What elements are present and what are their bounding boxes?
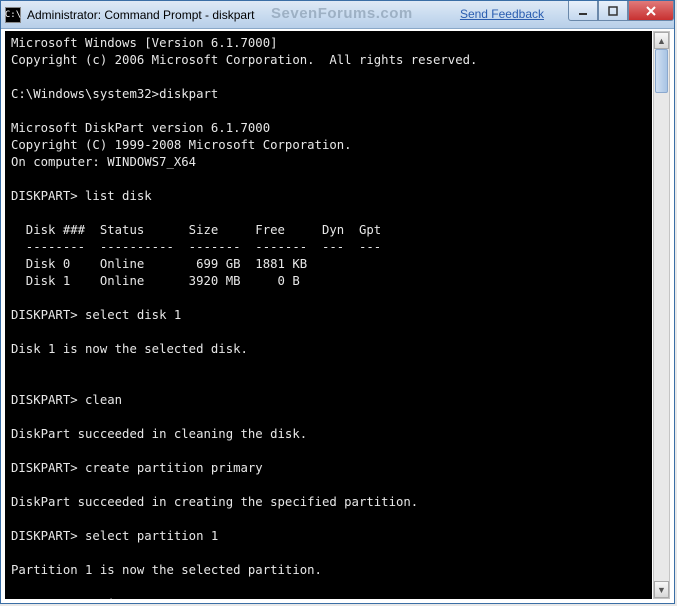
line: DISKPART> active — [11, 597, 129, 599]
line: Microsoft Windows [Version 6.1.7000] — [11, 36, 278, 50]
scroll-up-button[interactable]: ▲ — [654, 32, 669, 49]
vertical-scrollbar[interactable]: ▲ ▼ — [653, 31, 670, 599]
window-title: Administrator: Command Prompt - diskpart — [27, 8, 254, 22]
line: Copyright (c) 2006 Microsoft Corporation… — [11, 53, 477, 67]
app-icon: C:\ — [5, 7, 21, 23]
close-button[interactable] — [628, 1, 674, 21]
line: DiskPart succeeded in creating the speci… — [11, 495, 418, 509]
maximize-icon — [608, 6, 618, 16]
minimize-button[interactable] — [568, 1, 598, 21]
scrollbar-track[interactable] — [654, 49, 669, 581]
line: DISKPART> clean — [11, 393, 122, 407]
send-feedback-link[interactable]: Send Feedback — [460, 7, 544, 21]
watermark-text: SevenForums.com — [271, 5, 413, 22]
chevron-down-icon: ▼ — [657, 585, 666, 595]
titlebar[interactable]: C:\ Administrator: Command Prompt - disk… — [1, 1, 674, 29]
scroll-down-button[interactable]: ▼ — [654, 581, 669, 598]
line: DISKPART> select disk 1 — [11, 308, 181, 322]
close-icon — [645, 6, 657, 16]
table-sep: -------- ---------- ------- ------- --- … — [11, 240, 381, 254]
command-prompt-window: C:\ Administrator: Command Prompt - disk… — [0, 0, 675, 604]
line: C:\Windows\system32>diskpart — [11, 87, 218, 101]
maximize-button[interactable] — [598, 1, 628, 21]
line: DiskPart succeeded in cleaning the disk. — [11, 427, 307, 441]
table-row: Disk 1 Online 3920 MB 0 B — [11, 274, 300, 288]
line: Disk 1 is now the selected disk. — [11, 342, 248, 356]
table-row: Disk 0 Online 699 GB 1881 KB — [11, 257, 307, 271]
line: DISKPART> select partition 1 — [11, 529, 218, 543]
content-area: Microsoft Windows [Version 6.1.7000] Cop… — [1, 29, 674, 603]
window-controls — [568, 1, 674, 21]
scrollbar-thumb[interactable] — [655, 49, 668, 93]
line: Partition 1 is now the selected partitio… — [11, 563, 322, 577]
chevron-up-icon: ▲ — [657, 36, 666, 46]
table-header: Disk ### Status Size Free Dyn Gpt — [11, 223, 381, 237]
line: DISKPART> create partition primary — [11, 461, 263, 475]
line: On computer: WINDOWS7_X64 — [11, 155, 196, 169]
minimize-icon — [578, 6, 588, 16]
terminal-output[interactable]: Microsoft Windows [Version 6.1.7000] Cop… — [5, 31, 652, 599]
line: Copyright (C) 1999-2008 Microsoft Corpor… — [11, 138, 352, 152]
line: DISKPART> list disk — [11, 189, 152, 203]
line: Microsoft DiskPart version 6.1.7000 — [11, 121, 270, 135]
